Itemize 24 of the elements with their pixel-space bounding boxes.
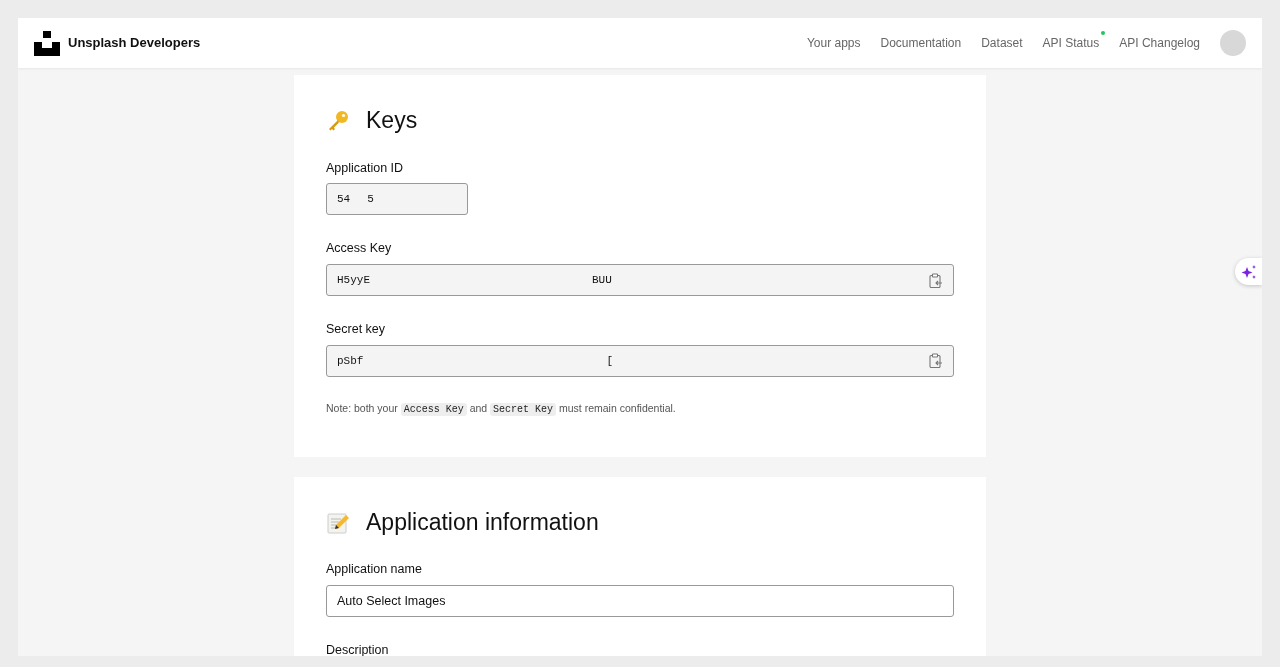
section-title: Application information [366, 508, 599, 537]
note-text: Note: both your Access Key and Secret Key must remain confidential. [326, 400, 677, 417]
field-label: Access Key [326, 240, 393, 258]
field-label: Application ID [326, 159, 405, 177]
key-field[interactable]: pSbf [ [326, 344, 954, 377]
key-field[interactable]: 54 5 [326, 183, 468, 216]
sparkle-icon [1240, 263, 1257, 280]
nav-link[interactable]: API Changelog [1119, 34, 1200, 52]
brand-name[interactable]: Unsplash Developers [68, 33, 201, 53]
field-label: Description [326, 642, 390, 656]
key-field[interactable]: H5yyE BUU [326, 264, 954, 297]
field-label: Secret key [326, 321, 387, 339]
nav-link[interactable]: Documentation [880, 34, 962, 52]
notepad-icon [326, 510, 350, 535]
clipboard-icon[interactable] [929, 353, 943, 369]
clipboard-icon[interactable] [929, 272, 943, 288]
nav-link[interactable]: Dataset [981, 34, 1023, 52]
field-label: Application name [326, 561, 423, 579]
assistant-button[interactable] [1235, 258, 1262, 285]
logo-icon[interactable] [34, 30, 60, 56]
text-field[interactable]: Auto Select Images [326, 585, 954, 618]
nav-link[interactable]: API Status [1042, 34, 1100, 52]
nav-link[interactable]: Your apps [806, 34, 861, 52]
section-title: Keys [366, 107, 418, 135]
